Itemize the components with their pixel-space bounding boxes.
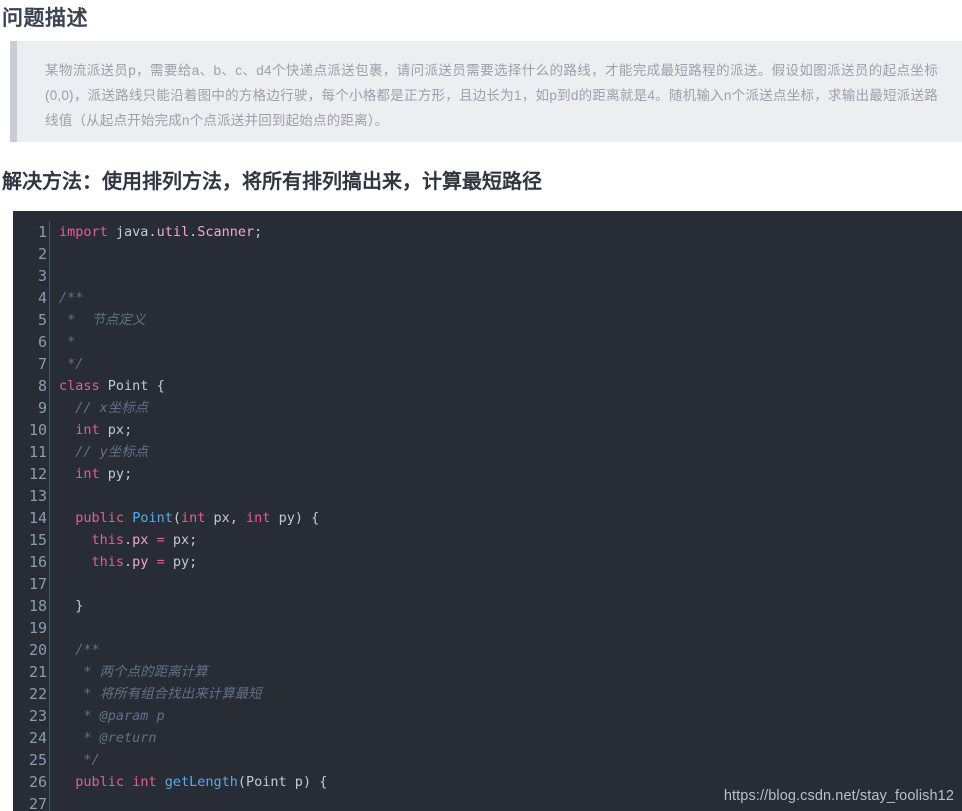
- code-line: int py;: [75, 466, 133, 482]
- problem-description-box: 某物流派送员p，需要给a、b、c、d4个快递点派送包裹，请问派送员需要选择什么的…: [10, 41, 962, 142]
- line-number: 5: [37, 311, 47, 329]
- code-source-lines[interactable]: import java.util.Scanner; /** * 节点定义 * *…: [50, 221, 962, 811]
- line-number: 22: [28, 685, 47, 703]
- line-number: 13: [28, 487, 47, 505]
- line-number: 2: [37, 245, 47, 263]
- line-number: 14: [28, 509, 47, 527]
- line-number: 21: [28, 663, 47, 681]
- line-number: 1: [37, 223, 47, 241]
- line-number: 25: [28, 751, 47, 769]
- code-line: int px;: [75, 422, 133, 438]
- solution-heading: 解决方法：使用排列方法，将所有排列搞出来，计算最短路径: [2, 171, 542, 193]
- code-line: this.py = py;: [91, 554, 198, 570]
- line-number: 26: [28, 773, 47, 791]
- code-line: // x坐标点: [59, 400, 149, 416]
- line-number: 4: [37, 289, 47, 307]
- line-number: 23: [28, 707, 47, 725]
- code-line: /**: [59, 290, 84, 306]
- code-line: */: [59, 752, 100, 768]
- line-number: 8: [37, 377, 47, 395]
- code-inner: 1 2 3 4 5 6 7 8 9 10 11 12 13 14 15 16 1…: [13, 211, 962, 811]
- code-line: * 节点定义: [59, 312, 146, 328]
- line-number: 24: [28, 729, 47, 747]
- line-number: 16: [28, 553, 47, 571]
- line-number: 17: [28, 575, 47, 593]
- code-line: // y坐标点: [59, 444, 149, 460]
- page-root: 问题描述 某物流派送员p，需要给a、b、c、d4个快递点派送包裹，请问派送员需要…: [0, 0, 962, 811]
- line-number: 3: [37, 267, 47, 285]
- code-block[interactable]: 1 2 3 4 5 6 7 8 9 10 11 12 13 14 15 16 1…: [13, 211, 962, 811]
- code-line: * 将所有组合找出来计算最短: [59, 686, 262, 702]
- code-line: * 两个点的距离计算: [59, 664, 208, 680]
- code-line: public Point(int px, int py) {: [75, 510, 320, 526]
- code-line-number-gutter: 1 2 3 4 5 6 7 8 9 10 11 12 13 14 15 16 1…: [13, 221, 50, 811]
- line-number: 9: [37, 399, 47, 417]
- line-number: 27: [28, 795, 47, 811]
- line-number: 10: [28, 421, 47, 439]
- code-line: * @param p: [59, 708, 165, 724]
- code-line: /**: [59, 642, 100, 658]
- line-number: 7: [37, 355, 47, 373]
- code-line: */: [59, 356, 84, 372]
- line-number: 19: [28, 619, 47, 637]
- code-line: import java.util.Scanner;: [59, 224, 263, 240]
- line-number: 18: [28, 597, 47, 615]
- line-number: 12: [28, 465, 47, 483]
- code-line: class Point {: [59, 378, 165, 394]
- page-title: 问题描述: [2, 7, 88, 30]
- line-number: 15: [28, 531, 47, 549]
- line-number: 6: [37, 333, 47, 351]
- line-number: 20: [28, 641, 47, 659]
- watermark-url: https://blog.csdn.net/stay_foolish12: [723, 788, 954, 804]
- code-line: this.px = px;: [91, 532, 198, 548]
- code-line: }: [75, 598, 84, 614]
- code-line: * @return: [59, 730, 157, 746]
- line-number: 11: [28, 443, 47, 461]
- problem-description-text: 某物流派送员p，需要给a、b、c、d4个快递点派送包裹，请问派送员需要选择什么的…: [45, 63, 938, 128]
- code-line: *: [59, 334, 76, 350]
